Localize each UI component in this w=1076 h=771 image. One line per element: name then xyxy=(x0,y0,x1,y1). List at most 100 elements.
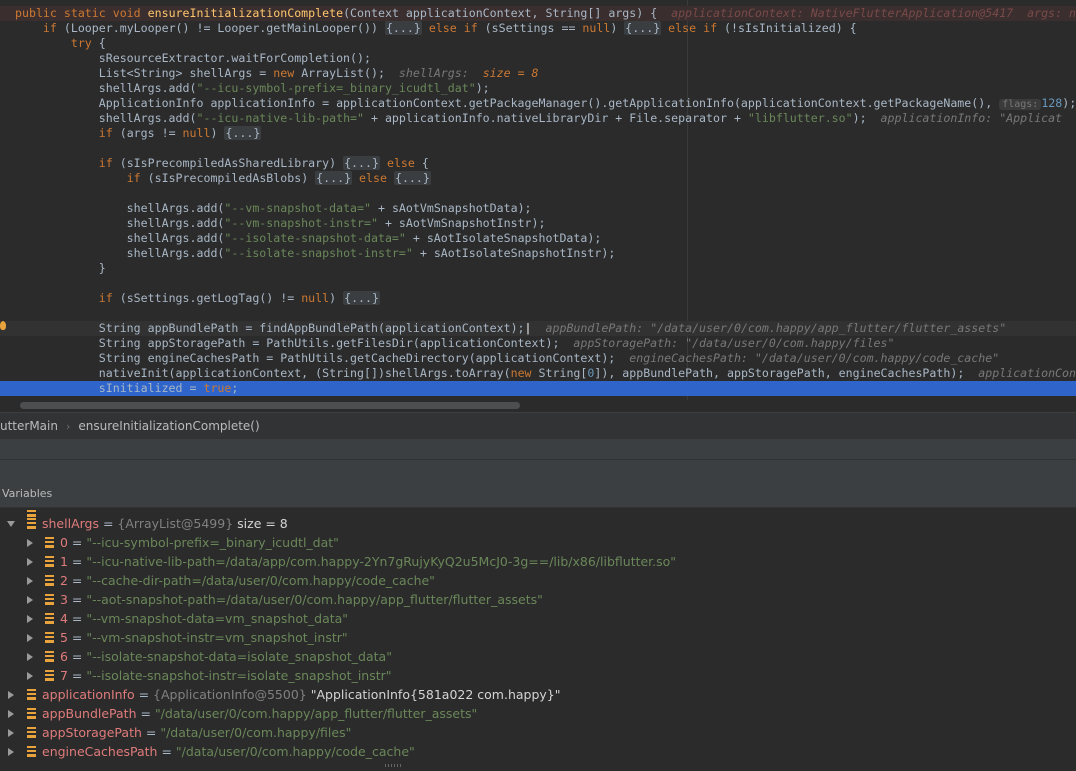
code-token: List<String> shellArgs = xyxy=(15,66,274,80)
code-token: ArrayList(); xyxy=(294,66,399,80)
variable-row[interactable]: shellArgs = {ArrayList@5499} size = 8 xyxy=(0,514,1076,533)
variable-row[interactable]: appBundlePath = "/data/user/0/com.happy/… xyxy=(0,704,1076,723)
variable-row[interactable]: 1 = "--icu-native-lib-path=/data/app/com… xyxy=(0,552,1076,571)
folded-block[interactable]: {...} xyxy=(624,21,662,35)
variable-name: 6 xyxy=(60,649,68,664)
code-line[interactable]: shellArgs.add("--vm-snapshot-data=" + sA… xyxy=(0,201,1076,216)
tool-window-toolbar xyxy=(0,438,1076,481)
code-token: nativeInit(applicationContext, (String[]… xyxy=(15,366,511,380)
breadcrumb-item-method[interactable]: ensureInitializationComplete() xyxy=(78,419,259,433)
field-icon xyxy=(45,575,54,586)
folded-block[interactable]: {...} xyxy=(393,171,431,185)
variable-value: "--vm-snapshot-data=vm_snapshot_data" xyxy=(86,611,349,626)
code-line[interactable]: shellArgs.add("--icu-symbol-prefix=_bina… xyxy=(0,81,1076,96)
code-token: + sAotIsolateSnapshotInstr); xyxy=(412,246,616,260)
folded-block[interactable]: {...} xyxy=(315,171,353,185)
code-token: + sAotIsolateSnapshotData); xyxy=(405,231,602,245)
chevron-down-icon[interactable] xyxy=(7,521,15,527)
variable-value: "/data/user/0/com.happy/code_cache" xyxy=(175,744,415,759)
chevron-right-icon[interactable] xyxy=(27,615,33,623)
code-line[interactable]: if (sIsPrecompiledAsBlobs) {...} else {.… xyxy=(0,171,1076,186)
variables-tree[interactable]: shellArgs = {ArrayList@5499} size = 8 0 … xyxy=(0,508,1076,771)
breadcrumb-item-class[interactable]: utterMain xyxy=(0,419,58,433)
chevron-right-icon[interactable] xyxy=(8,691,14,699)
variable-row[interactable]: 2 = "--cache-dir-path=/data/user/0/com.h… xyxy=(0,571,1076,590)
code-line[interactable]: sResourceExtractor.waitForCompletion(); xyxy=(0,51,1076,66)
code-line[interactable]: try { xyxy=(0,36,1076,51)
folded-block[interactable]: {...} xyxy=(384,21,422,35)
code-line[interactable]: if (Looper.myLooper() != Looper.getMainL… xyxy=(0,21,1076,36)
code-line[interactable]: if (sSettings.getLogTag() != null) {...} xyxy=(0,291,1076,306)
variable-row[interactable]: 5 = "--vm-snapshot-instr=vm_snapshot_ins… xyxy=(0,628,1076,647)
code-line[interactable]: } xyxy=(0,261,1076,276)
code-token: if xyxy=(126,171,141,185)
lightbulb-icon[interactable] xyxy=(0,321,6,330)
variable-name: 0 xyxy=(60,535,68,550)
inline-debug-value: appStoragePath: "/data/user/0/com.happy/… xyxy=(573,336,895,350)
code-token: "--isolate-snapshot-instr=" xyxy=(224,246,413,260)
code-line[interactable]: String appStoragePath = PathUtils.getFil… xyxy=(0,336,1076,351)
divider xyxy=(0,459,1076,460)
variable-row[interactable]: appStoragePath = "/data/user/0/com.happy… xyxy=(0,723,1076,742)
chevron-right-icon[interactable] xyxy=(27,672,33,680)
code-line[interactable]: shellArgs.add("--isolate-snapshot-instr=… xyxy=(0,246,1076,261)
execution-point-line[interactable]: sInitialized = true; xyxy=(0,381,1076,396)
variable-row[interactable]: engineCachesPath = "/data/user/0/com.hap… xyxy=(0,742,1076,761)
code-token: sResourceExtractor.waitForCompletion(); xyxy=(15,51,371,65)
code-line-current[interactable]: String appBundlePath = findAppBundlePath… xyxy=(0,321,1076,336)
variable-row[interactable]: applicationInfo = {ApplicationInfo@5500}… xyxy=(0,685,1076,704)
code-line[interactable]: shellArgs.add("--vm-snapshot-instr=" + s… xyxy=(0,216,1076,231)
horizontal-scrollbar[interactable] xyxy=(20,402,520,409)
resize-handle[interactable] xyxy=(385,764,401,767)
code-editor[interactable]: public static void ensureInitializationC… xyxy=(0,0,1076,400)
folded-block[interactable]: {...} xyxy=(343,291,380,305)
code-line[interactable]: if (sIsPrecompiledAsSharedLibrary) {...}… xyxy=(0,156,1076,171)
variable-extra: "ApplicationInfo{581a022 com.happy}" xyxy=(306,687,561,702)
variable-equals: = xyxy=(67,592,87,607)
chevron-right-icon[interactable] xyxy=(27,558,33,566)
code-token: { xyxy=(414,156,429,170)
inline-debug-value: applicationContext: NativeFlutterApplica… xyxy=(671,6,1076,20)
variable-name: 5 xyxy=(60,630,68,645)
variable-name: 7 xyxy=(60,668,68,683)
code-line[interactable]: shellArgs.add("--isolate-snapshot-data="… xyxy=(0,231,1076,246)
chevron-right-icon[interactable] xyxy=(27,653,33,661)
variable-row[interactable]: 6 = "--isolate-snapshot-data=isolate_sna… xyxy=(0,647,1076,666)
code-line[interactable]: shellArgs.add("--icu-native-lib-path=" +… xyxy=(0,111,1076,126)
code-token: shellArgs.add( xyxy=(15,231,225,245)
folded-block[interactable]: {...} xyxy=(224,126,262,140)
chevron-right-icon[interactable] xyxy=(27,539,33,547)
code-token: String[ xyxy=(531,366,588,380)
chevron-right-icon[interactable] xyxy=(27,634,33,642)
variable-row[interactable]: 3 = "--aot-snapshot-path=/data/user/0/co… xyxy=(0,590,1076,609)
variable-row[interactable]: 4 = "--vm-snapshot-data=vm_snapshot_data… xyxy=(0,609,1076,628)
code-token: String appStoragePath = PathUtils.getFil… xyxy=(15,336,574,350)
code-token: sInitialized = xyxy=(15,381,204,395)
chevron-right-icon[interactable] xyxy=(8,748,14,756)
code-token: "--icu-symbol-prefix=_binary_icudtl_dat" xyxy=(196,81,476,95)
code-token: null xyxy=(182,126,211,140)
code-line[interactable]: nativeInit(applicationContext, (String[]… xyxy=(0,366,1076,381)
inline-debug-value: shellArgs: xyxy=(398,66,469,80)
code-line[interactable]: public static void ensureInitializationC… xyxy=(0,6,1076,21)
inline-debug-value: applicationInfo: "Applicat xyxy=(880,111,1063,125)
code-token: String engineCachesPath = PathUtils.getC… xyxy=(15,351,630,365)
variable-row[interactable]: 7 = "--isolate-snapshot-instr=isolate_sn… xyxy=(0,666,1076,685)
code-line[interactable]: String engineCachesPath = PathUtils.getC… xyxy=(0,351,1076,366)
chevron-right-icon[interactable] xyxy=(27,596,33,604)
chevron-right-icon[interactable] xyxy=(8,729,14,737)
code-line[interactable]: if (args != null) {...} xyxy=(0,126,1076,141)
chevron-right-icon[interactable] xyxy=(8,710,14,718)
code-token: true xyxy=(203,381,232,395)
chevron-right-icon[interactable] xyxy=(27,577,33,585)
code-line[interactable]: List<String> shellArgs = new ArrayList()… xyxy=(0,66,1076,81)
code-token: "--vm-snapshot-instr=" xyxy=(224,216,378,230)
field-icon xyxy=(27,708,36,719)
breadcrumb: utterMain › ensureInitializationComplete() xyxy=(0,412,1076,439)
code-line[interactable]: ApplicationInfo applicationInfo = applic… xyxy=(0,96,1076,111)
variable-row[interactable]: 0 = "--icu-symbol-prefix=_binary_icudtl_… xyxy=(0,533,1076,552)
field-icon xyxy=(27,689,36,700)
variable-name: engineCachesPath xyxy=(42,744,158,759)
folded-block[interactable]: {...} xyxy=(343,156,380,170)
code-token: ); xyxy=(1062,96,1076,110)
